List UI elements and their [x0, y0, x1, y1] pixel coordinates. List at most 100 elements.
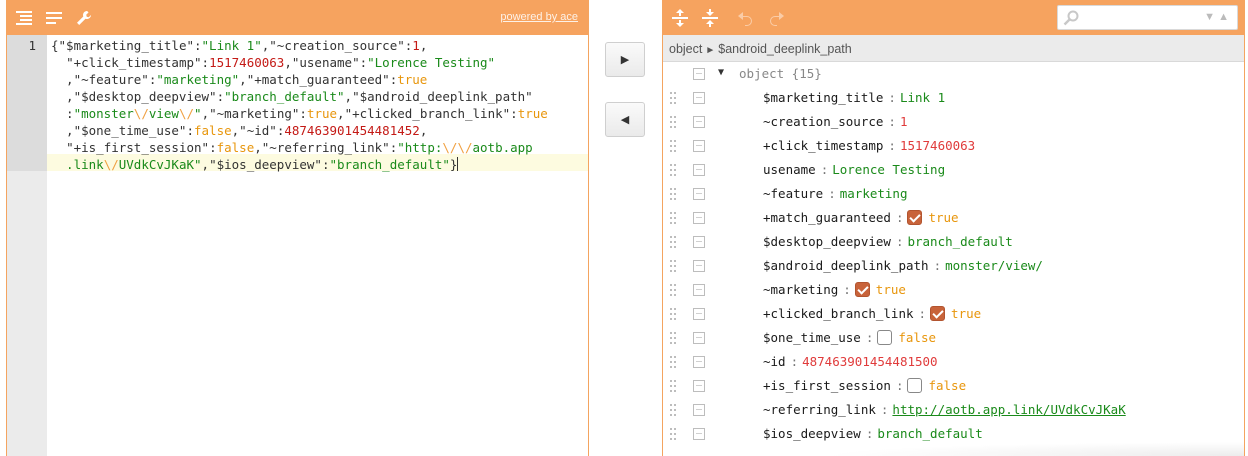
- field-content: +clicked_branch_link: true: [763, 306, 981, 321]
- context-menu-button[interactable]: [693, 140, 705, 152]
- checkbox-checked[interactable]: [907, 210, 923, 225]
- drag-handle-icon[interactable]: [670, 236, 678, 248]
- field-key[interactable]: +is_first_session: [763, 378, 891, 393]
- field-value[interactable]: 1: [900, 114, 908, 129]
- field-value[interactable]: Link 1: [900, 90, 945, 105]
- context-menu-button[interactable]: [693, 188, 705, 200]
- code-text[interactable]: {"$marketing_title":"Link 1","~creation_…: [51, 37, 548, 173]
- field-key[interactable]: +clicked_branch_link: [763, 306, 914, 321]
- field-value[interactable]: true: [928, 210, 958, 225]
- context-menu-button[interactable]: [693, 380, 705, 392]
- tree-row[interactable]: usename: Lorence Testing: [663, 158, 1244, 182]
- field-value[interactable]: 487463901454481500: [802, 354, 937, 369]
- drag-handle-icon[interactable]: [670, 284, 678, 296]
- tree-row[interactable]: ~feature: marketing: [663, 182, 1244, 206]
- field-key[interactable]: ~feature: [763, 186, 823, 201]
- field-value[interactable]: false: [898, 330, 936, 345]
- tree-row[interactable]: ~marketing: true: [663, 278, 1244, 302]
- code-area[interactable]: 1 {"$marketing_title":"Link 1","~creatio…: [7, 35, 588, 456]
- tree-row[interactable]: ~id:487463901454481500: [663, 350, 1244, 374]
- drag-handle-icon[interactable]: [670, 188, 678, 200]
- context-menu-button[interactable]: [693, 164, 705, 176]
- tree-row[interactable]: $one_time_use: false: [663, 326, 1244, 350]
- checkbox-unchecked[interactable]: [877, 330, 893, 345]
- field-key[interactable]: +match_guaranteed: [763, 210, 891, 225]
- checkbox-checked[interactable]: [930, 306, 946, 321]
- format-icon[interactable]: [15, 9, 33, 27]
- tree-row[interactable]: $desktop_deepview: branch_default: [663, 230, 1244, 254]
- powered-by-ace-link[interactable]: powered by ace: [500, 11, 578, 23]
- field-key[interactable]: ~marketing: [763, 282, 838, 297]
- field-value[interactable]: true: [876, 282, 906, 297]
- field-value[interactable]: true: [951, 306, 981, 321]
- tree-row[interactable]: $android_deeplink_path: monster/view/: [663, 254, 1244, 278]
- field-key[interactable]: $marketing_title: [763, 90, 883, 105]
- field-value[interactable]: monster/view/: [945, 258, 1043, 273]
- checkbox-checked[interactable]: [854, 282, 870, 297]
- context-menu-button[interactable]: [693, 68, 705, 80]
- field-value[interactable]: false: [928, 378, 966, 393]
- compact-icon[interactable]: [45, 9, 63, 27]
- field-value[interactable]: branch_default: [907, 234, 1012, 249]
- field-key[interactable]: $ios_deepview: [763, 426, 861, 441]
- field-value[interactable]: marketing: [840, 186, 908, 201]
- context-menu-button[interactable]: [693, 428, 705, 440]
- tree-row[interactable]: ~referring_link: http://aotb.app.link/UVd…: [663, 398, 1244, 422]
- field-key[interactable]: $desktop_deepview: [763, 234, 891, 249]
- drag-handle-icon[interactable]: [670, 260, 678, 272]
- context-menu-button[interactable]: [693, 356, 705, 368]
- collapse-toggle-icon[interactable]: ▼: [718, 67, 724, 78]
- field-key[interactable]: $one_time_use: [763, 330, 861, 345]
- tree-row[interactable]: +match_guaranteed: true: [663, 206, 1244, 230]
- field-value[interactable]: 1517460063: [900, 138, 975, 153]
- search-next-icon[interactable]: ▼: [1204, 11, 1215, 23]
- field-key[interactable]: $android_deeplink_path: [763, 258, 929, 273]
- drag-handle-icon[interactable]: [670, 116, 678, 128]
- field-key[interactable]: ~creation_source: [763, 114, 883, 129]
- wrench-icon[interactable]: [75, 9, 93, 27]
- context-menu-button[interactable]: [693, 308, 705, 320]
- context-menu-button[interactable]: [693, 404, 705, 416]
- drag-handle-icon[interactable]: [670, 140, 678, 152]
- tree-row[interactable]: +click_timestamp:1517460063: [663, 134, 1244, 158]
- context-menu-button[interactable]: [693, 92, 705, 104]
- checkbox-unchecked[interactable]: [907, 378, 923, 393]
- copy-to-right-button[interactable]: ▶: [605, 42, 645, 77]
- context-menu-button[interactable]: [693, 212, 705, 224]
- context-menu-button[interactable]: [693, 332, 705, 344]
- drag-handle-icon[interactable]: [670, 212, 678, 224]
- search-previous-icon[interactable]: ▲: [1218, 11, 1229, 23]
- field-key[interactable]: usename: [763, 162, 816, 177]
- field-key[interactable]: +click_timestamp: [763, 138, 883, 153]
- copy-to-left-button[interactable]: ◀: [605, 102, 645, 137]
- collapse-all-icon[interactable]: [701, 9, 719, 27]
- drag-handle-icon[interactable]: [670, 332, 678, 344]
- drag-handle-icon[interactable]: [670, 164, 678, 176]
- tree-row[interactable]: ~creation_source:1: [663, 110, 1244, 134]
- drag-handle-icon[interactable]: [670, 404, 678, 416]
- tree-row[interactable]: +is_first_session: false: [663, 374, 1244, 398]
- context-menu-button[interactable]: [693, 236, 705, 248]
- tree-row[interactable]: $marketing_title: Link 1: [663, 86, 1244, 110]
- breadcrumb-root[interactable]: object: [669, 42, 702, 56]
- context-menu-button[interactable]: [693, 260, 705, 272]
- undo-icon[interactable]: [737, 9, 755, 27]
- drag-handle-icon[interactable]: [670, 308, 678, 320]
- breadcrumb-current[interactable]: $android_deeplink_path: [718, 42, 851, 56]
- field-value-link[interactable]: http://aotb.app.link/UVdkCvJKaK: [892, 402, 1125, 417]
- redo-icon[interactable]: [767, 9, 785, 27]
- field-value[interactable]: branch_default: [877, 426, 982, 441]
- drag-handle-icon[interactable]: [670, 428, 678, 440]
- field-key[interactable]: ~id: [763, 354, 786, 369]
- search-box[interactable]: ▼ ▲: [1057, 5, 1238, 30]
- drag-handle-icon[interactable]: [670, 92, 678, 104]
- context-menu-button[interactable]: [693, 116, 705, 128]
- field-value[interactable]: Lorence Testing: [832, 162, 945, 177]
- expand-all-icon[interactable]: [671, 9, 689, 27]
- field-key[interactable]: ~referring_link: [763, 402, 876, 417]
- tree-root-row[interactable]: ▼ object {15}: [663, 62, 1244, 86]
- drag-handle-icon[interactable]: [670, 356, 678, 368]
- context-menu-button[interactable]: [693, 284, 705, 296]
- tree-row[interactable]: +clicked_branch_link: true: [663, 302, 1244, 326]
- drag-handle-icon[interactable]: [670, 380, 678, 392]
